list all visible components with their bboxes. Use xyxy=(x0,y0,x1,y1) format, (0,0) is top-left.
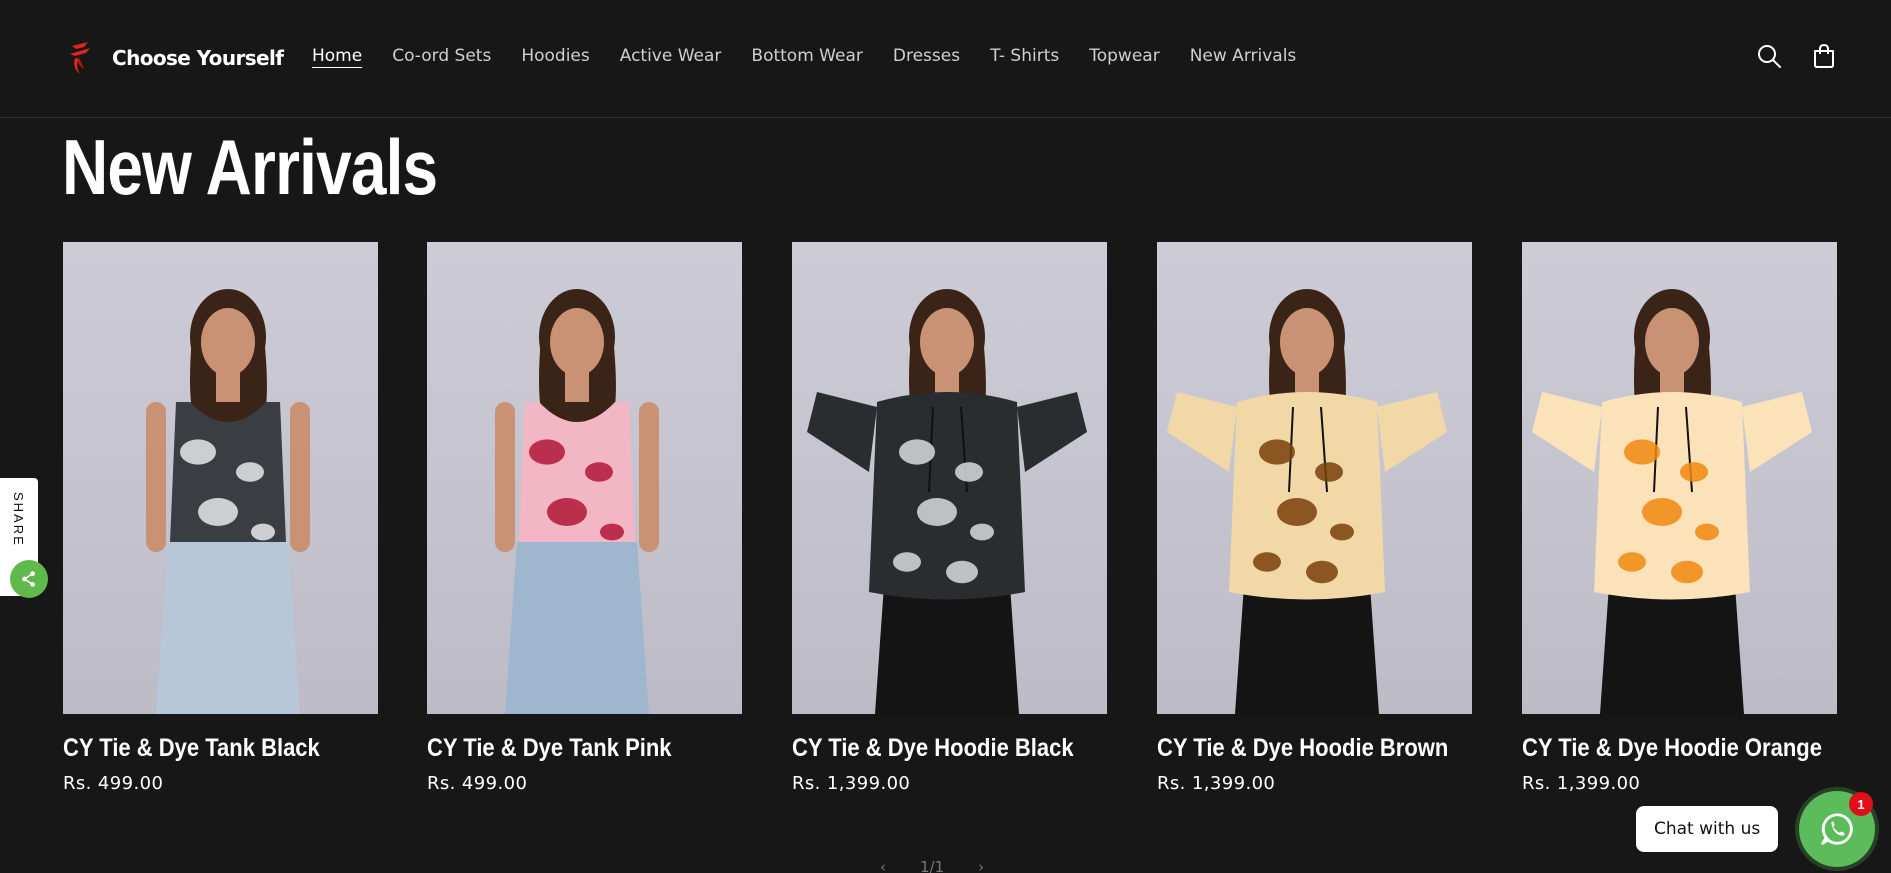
nav-home[interactable]: Home xyxy=(312,46,362,66)
product-image[interactable] xyxy=(792,242,1107,714)
product-title[interactable]: CY Tie & Dye Tank Black xyxy=(63,734,340,763)
product-photo-illustration xyxy=(146,289,310,714)
nav-dresses[interactable]: Dresses xyxy=(893,46,960,66)
product-photo-illustration xyxy=(1167,289,1447,714)
nav-hoodies[interactable]: Hoodies xyxy=(521,46,589,66)
brand-name: Choose Yourself xyxy=(112,46,284,70)
product-price: Rs. 499.00 xyxy=(63,773,164,794)
main-nav: Home Co-ord Sets Hoodies Active Wear Bot… xyxy=(312,46,1326,66)
product-price: Rs. 1,399.00 xyxy=(1522,773,1641,794)
product-title[interactable]: CY Tie & Dye Hoodie Orange xyxy=(1522,734,1822,763)
pagination-label: 1/1 xyxy=(920,858,945,873)
product-image[interactable] xyxy=(427,242,742,714)
product-image[interactable] xyxy=(1157,242,1472,714)
product-price: Rs. 499.00 xyxy=(427,773,528,794)
nav-co-ord-sets[interactable]: Co-ord Sets xyxy=(392,46,491,66)
product-title[interactable]: CY Tie & Dye Hoodie Brown xyxy=(1157,734,1448,763)
product-price: Rs. 1,399.00 xyxy=(792,773,911,794)
product-card[interactable]: CY Tie & Dye Hoodie Orange Rs. 1,399.00 xyxy=(1522,242,1837,794)
pagination-next-button[interactable]: › xyxy=(978,858,984,873)
search-icon xyxy=(1758,45,1781,68)
product-card[interactable]: CY Tie & Dye Hoodie Brown Rs. 1,399.00 xyxy=(1157,242,1472,794)
product-image[interactable] xyxy=(63,242,378,714)
page-title: New Arrivals xyxy=(62,123,438,211)
product-title[interactable]: CY Tie & Dye Hoodie Black xyxy=(792,734,1074,763)
cart-button[interactable] xyxy=(1808,40,1840,72)
search-button[interactable] xyxy=(1753,40,1785,72)
cart-icon xyxy=(1814,43,1834,68)
whatsapp-icon xyxy=(1821,813,1853,845)
product-card[interactable]: CY Tie & Dye Tank Black Rs. 499.00 xyxy=(63,242,378,794)
product-card[interactable]: CY Tie & Dye Hoodie Black Rs. 1,399.00 xyxy=(792,242,1107,794)
nav-bottom-wear[interactable]: Bottom Wear xyxy=(751,46,862,66)
product-photo-illustration xyxy=(1532,289,1812,714)
pagination-prev-button[interactable]: ‹ xyxy=(880,858,886,873)
product-image[interactable] xyxy=(1522,242,1837,714)
product-photo-illustration xyxy=(495,289,659,714)
nav-t-shirts[interactable]: T- Shirts xyxy=(990,46,1059,66)
product-card[interactable]: CY Tie & Dye Tank Pink Rs. 499.00 xyxy=(427,242,742,794)
brand-logo[interactable]: Choose Yourself xyxy=(66,38,284,78)
pagination: ‹ 1/1 › xyxy=(880,858,984,873)
nav-active-wear[interactable]: Active Wear xyxy=(620,46,722,66)
share-button[interactable] xyxy=(10,560,48,598)
brand-logo-icon xyxy=(70,42,90,74)
product-grid: CY Tie & Dye Tank Black Rs. 499.00 CY Ti… xyxy=(63,242,1838,802)
share-icon xyxy=(22,571,35,587)
share-label: SHARE xyxy=(11,492,26,547)
chat-with-us-bubble[interactable]: Chat with us xyxy=(1636,806,1779,852)
nav-new-arrivals[interactable]: New Arrivals xyxy=(1190,46,1297,66)
product-photo-illustration xyxy=(807,289,1087,714)
product-title[interactable]: CY Tie & Dye Tank Pink xyxy=(427,734,704,763)
nav-topwear[interactable]: Topwear xyxy=(1089,46,1159,66)
site-header: Choose Yourself Home Co-ord Sets Hoodies… xyxy=(0,0,1891,118)
notification-badge: 1 xyxy=(1849,792,1873,816)
product-price: Rs. 1,399.00 xyxy=(1157,773,1276,794)
